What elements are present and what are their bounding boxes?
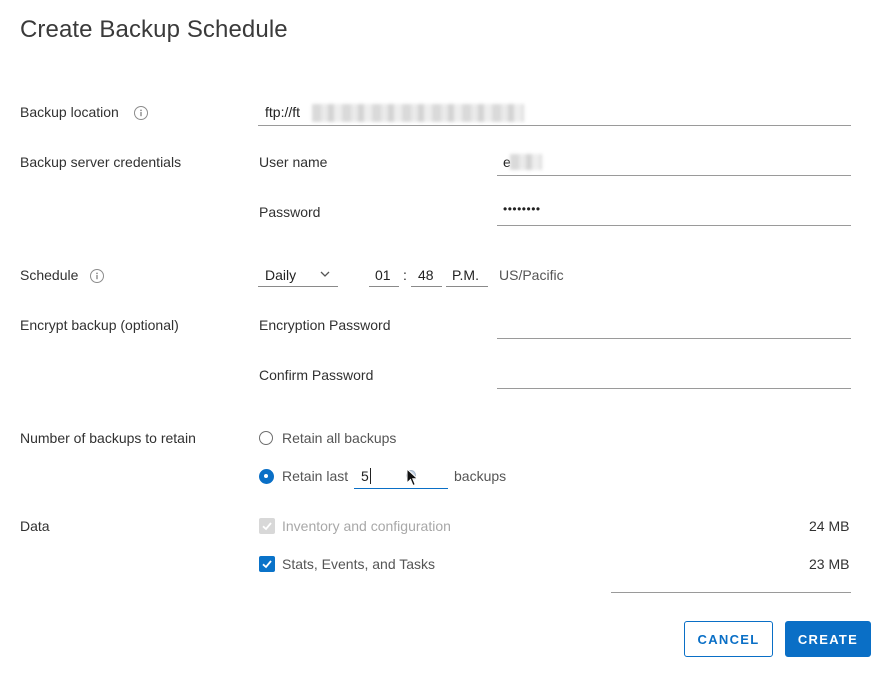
encryption-password-label: Encryption Password — [259, 317, 391, 333]
total-divider — [611, 591, 851, 593]
retain-last-label[interactable]: Retain last — [282, 468, 348, 484]
stats-size: 23 MB — [809, 556, 850, 572]
frequency-value: Daily — [265, 267, 297, 283]
retain-all-radio[interactable] — [259, 431, 273, 445]
backup-location-input[interactable]: ftp://ft — [265, 104, 300, 120]
encrypt-label: Encrypt backup (optional) — [20, 317, 179, 333]
data-label: Data — [20, 518, 50, 534]
schedule-label: Schedule — [20, 267, 79, 283]
inventory-checkbox — [259, 518, 275, 534]
ampm-select[interactable]: P.M. — [446, 264, 488, 287]
ampm-value: P.M. — [452, 267, 479, 283]
minute-value: 48 — [418, 267, 434, 283]
confirm-password-input[interactable] — [497, 387, 851, 389]
text-cursor — [370, 468, 371, 484]
password-label: Password — [259, 204, 321, 220]
retain-count-value: 5 — [361, 468, 369, 484]
password-input[interactable]: •••••••• — [503, 202, 541, 216]
chevron-down-icon — [320, 271, 330, 277]
minute-input[interactable]: 48 — [411, 264, 442, 287]
inventory-label: Inventory and configuration — [282, 518, 451, 534]
frequency-select[interactable]: Daily — [258, 264, 338, 287]
dialog-title: Create Backup Schedule — [20, 16, 288, 43]
create-button[interactable]: CREATE — [785, 621, 871, 657]
retain-count-input[interactable]: 5 — [354, 464, 448, 489]
backup-location-label: Backup location — [20, 104, 119, 120]
inventory-size: 24 MB — [809, 518, 850, 534]
timezone-label: US/Pacific — [499, 267, 564, 283]
retain-suffix-label: backups — [454, 468, 507, 484]
time-separator: : — [403, 267, 407, 283]
credentials-label: Backup server credentials — [20, 154, 182, 170]
username-underline — [497, 174, 851, 176]
info-icon[interactable] — [90, 269, 104, 283]
confirm-password-label: Confirm Password — [259, 367, 374, 383]
check-icon — [262, 522, 272, 531]
redacted-blur — [312, 104, 524, 122]
backup-location-underline — [258, 124, 851, 126]
info-icon[interactable] — [134, 106, 148, 120]
cancel-button[interactable]: CANCEL — [684, 621, 773, 657]
stats-checkbox[interactable] — [259, 556, 275, 572]
redacted-blur — [510, 154, 542, 170]
check-icon — [262, 560, 272, 569]
retain-last-radio[interactable] — [259, 469, 274, 484]
retain-all-label[interactable]: Retain all backups — [282, 430, 396, 446]
mouse-pointer-icon — [406, 468, 419, 487]
retain-label: Number of backups to retain — [20, 430, 196, 446]
stats-label[interactable]: Stats, Events, and Tasks — [282, 556, 435, 572]
hour-value: 01 — [375, 267, 391, 283]
encryption-password-input[interactable] — [497, 337, 851, 339]
username-label: User name — [259, 154, 328, 170]
password-underline — [497, 224, 851, 226]
hour-input[interactable]: 01 — [369, 264, 399, 287]
